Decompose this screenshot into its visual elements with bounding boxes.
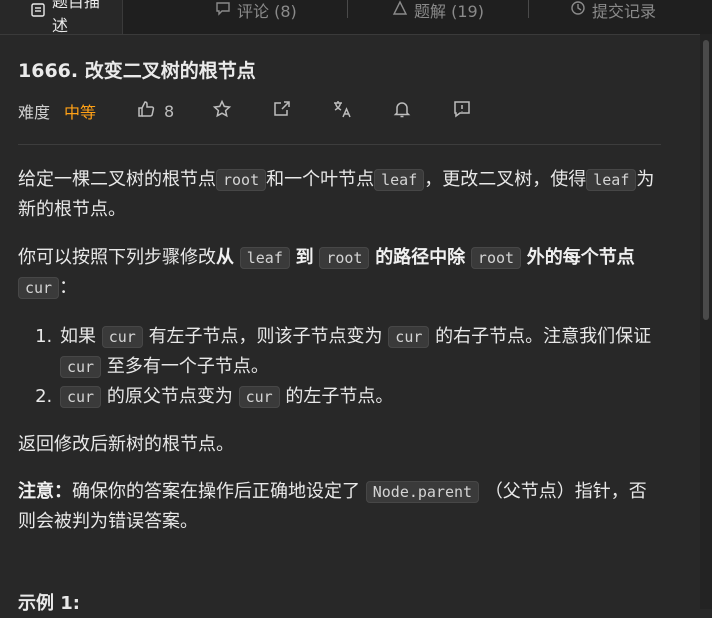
text: 确保你的答案在操作后正确地设定了 (72, 481, 360, 502)
bell-icon (392, 99, 412, 123)
example-heading: 示例 1: (18, 593, 80, 614)
code-cur: cur (18, 277, 60, 299)
list-item: cur 的原父节点变为 cur 的左子节点。 (58, 382, 658, 412)
tab-bar: 题目描述 评论 (8) 题解 (19) 提交记录 (0, 0, 712, 35)
favorite-button[interactable] (212, 99, 232, 123)
text: 的原父节点变为 (106, 386, 233, 407)
code-leaf: leaf (374, 169, 425, 191)
problem-description: 给定一棵二叉树的根节点 root 和一个叶节点 leaf ，更改二叉树，使得 leaf 为新… (18, 165, 658, 618)
code-cur: cur (60, 356, 102, 378)
code-leaf: leaf (239, 247, 290, 269)
comment-icon (215, 0, 231, 20)
text: 的右子节点。注意我们保证 (435, 326, 652, 347)
code-leaf: leaf (586, 169, 637, 191)
bold-text: 从 (216, 247, 234, 268)
code-cur: cur (388, 326, 430, 348)
tab-divider (528, 0, 529, 18)
description-paragraph-3: 返回修改后新树的根节点。 (18, 434, 234, 455)
bold-text: 外的每个节点 (526, 247, 635, 268)
text: 如果 (60, 326, 96, 347)
problem-content: 1666. 改变二叉树的根节点 难度 中等 8 给定一棵二叉树的根节点 root… (18, 56, 661, 618)
clock-icon (570, 0, 586, 20)
document-icon (30, 2, 46, 22)
description-paragraph-2: 你可以按照下列步骤修改从 leaf 到 root 的路径中除 root 外的每个… (18, 243, 658, 303)
note-paragraph: 注意：确保你的答案在操作后正确地设定了 Node.parent （父节点）指针，… (18, 477, 658, 536)
code-cur: cur (60, 386, 102, 408)
problem-title: 1666. 改变二叉树的根节点 (18, 60, 256, 82)
code-root: root (470, 247, 522, 269)
code-cur: cur (101, 326, 143, 348)
text: 给定一棵二叉树的根节点 (18, 169, 216, 190)
like-count: 8 (164, 101, 175, 121)
code-root: root (216, 169, 267, 191)
feedback-button[interactable] (452, 99, 472, 123)
share-button[interactable] (272, 99, 292, 123)
difficulty-value: 中等 (64, 103, 97, 122)
thumbs-up-icon (136, 99, 156, 123)
tab-label: 题目描述 (52, 0, 101, 35)
text: ，更改二叉树，使得 (424, 169, 587, 190)
star-icon (212, 99, 232, 123)
tab-label: 评论 (8) (237, 2, 297, 21)
text: 的左子节点。 (285, 386, 394, 407)
tab-divider (347, 0, 348, 18)
tab-label: 题解 (19) (414, 2, 484, 21)
problem-meta-bar: 难度 中等 8 (18, 96, 658, 126)
text: 至多有一个子节点。 (106, 356, 269, 377)
difficulty-label: 难度 (18, 103, 51, 122)
text: 有左子节点，则该子节点变为 (148, 326, 383, 347)
tab-label: 提交记录 (592, 2, 657, 21)
note-label: 注意： (18, 481, 72, 502)
steps-list: 如果 cur 有左子节点，则该子节点变为 cur 的右子节点。注意我们保证 cu… (18, 322, 658, 412)
text: 你可以按照下列步骤修改 (18, 247, 216, 268)
like-button[interactable]: 8 (136, 99, 174, 123)
tab-description[interactable]: 题目描述 (0, 0, 123, 35)
meta-divider (18, 144, 661, 145)
translate-button[interactable] (332, 99, 352, 123)
code-node-parent: Node.parent (365, 481, 480, 503)
scrollbar-thumb[interactable] (703, 40, 709, 320)
share-icon (272, 99, 292, 123)
tab-solutions[interactable]: 题解 (19) (392, 0, 484, 30)
bold-text: 的路径中除 (375, 247, 466, 268)
tab-submissions[interactable]: 提交记录 (570, 0, 656, 30)
tab-comments[interactable]: 评论 (8) (215, 0, 297, 30)
code-root: root (319, 247, 370, 269)
feedback-icon (452, 99, 472, 123)
code-cur: cur (238, 386, 280, 408)
bold-text: 到 (295, 247, 314, 268)
translate-icon (332, 99, 352, 123)
notification-button[interactable] (392, 99, 412, 123)
list-item: 如果 cur 有左子节点，则该子节点变为 cur 的右子节点。注意我们保证 cu… (58, 322, 658, 382)
flask-icon (392, 0, 408, 20)
text: 和一个叶节点 (266, 169, 375, 190)
text: ： (59, 277, 78, 298)
description-paragraph-1: 给定一棵二叉树的根节点 root 和一个叶节点 leaf ，更改二叉树，使得 leaf 为新… (18, 165, 658, 224)
